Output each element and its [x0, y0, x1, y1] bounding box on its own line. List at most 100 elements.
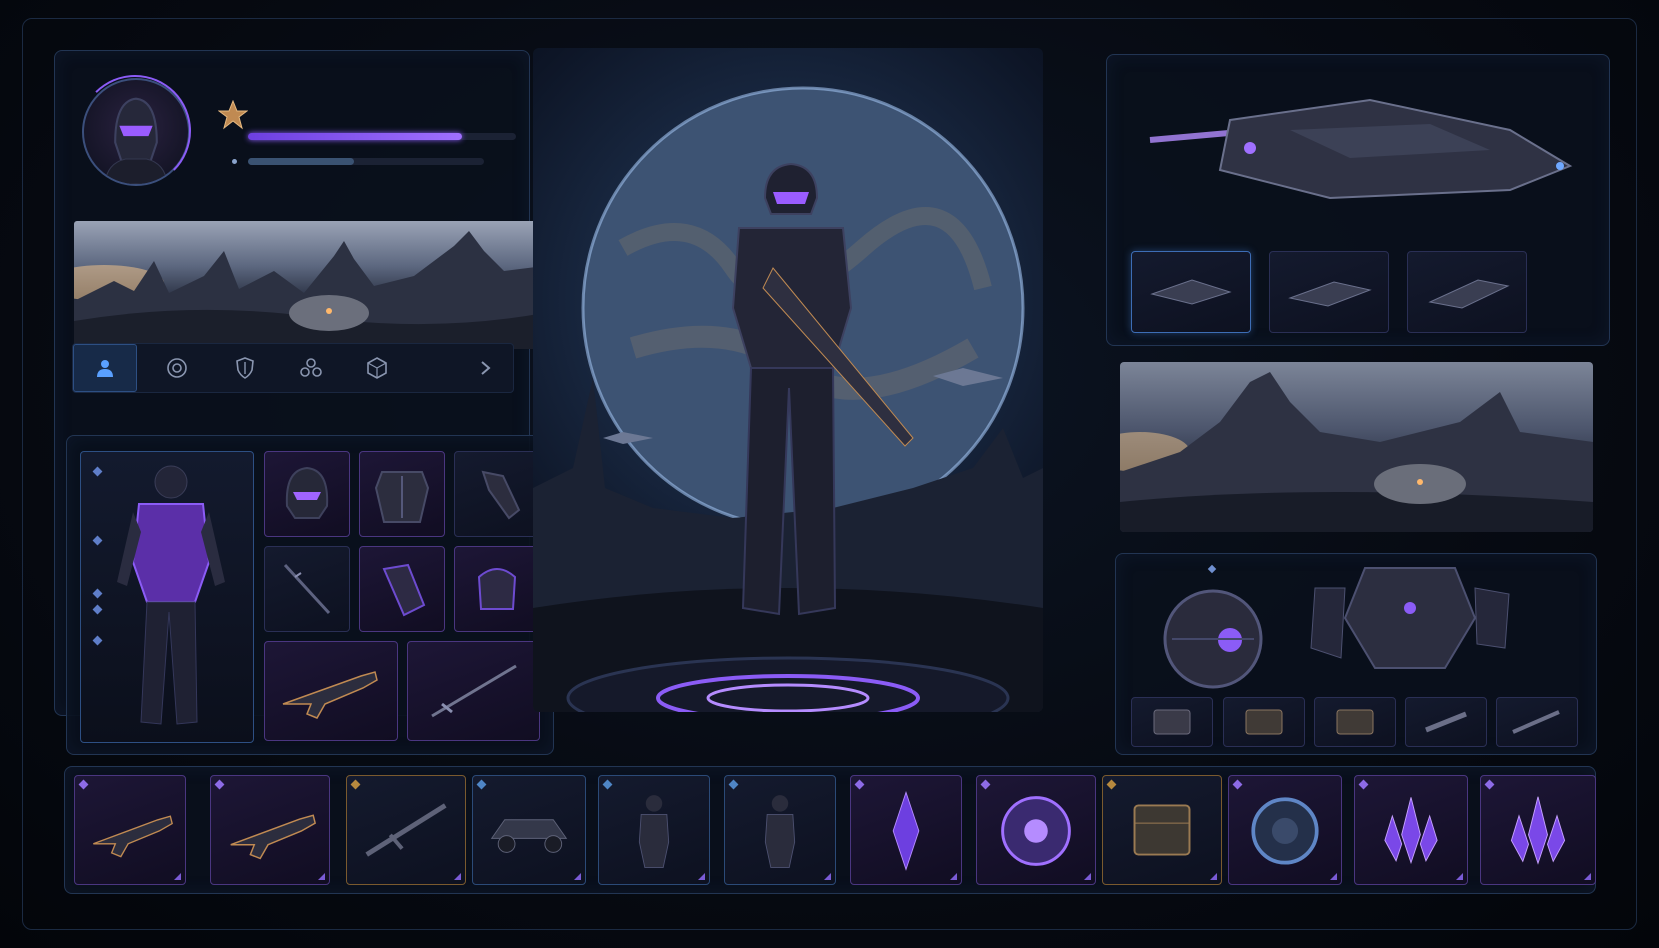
rifle-icon	[1512, 710, 1560, 734]
blade-icon	[283, 563, 331, 615]
slot-corner-icon	[1456, 873, 1463, 880]
alien-base-image	[1120, 372, 1593, 532]
mech-icon	[1310, 567, 1510, 669]
xp-bar	[248, 133, 516, 140]
crate-icon	[1245, 709, 1283, 735]
inventory-slot[interactable]	[1354, 775, 1468, 885]
equipment-slot[interactable]	[264, 641, 398, 741]
ship-thumb[interactable]	[1131, 251, 1251, 333]
inventory-slot[interactable]	[472, 775, 586, 885]
equipment-slot[interactable]	[454, 451, 540, 537]
tab-target[interactable]	[145, 344, 209, 392]
rank-star-icon	[218, 100, 248, 130]
inventory-slot[interactable]	[850, 775, 962, 885]
tab-squad[interactable]	[279, 344, 343, 392]
crate-icon	[1133, 804, 1191, 856]
equipment-slot[interactable]	[359, 546, 445, 632]
base-preview[interactable]	[1120, 362, 1593, 532]
hero-showcase	[533, 48, 1043, 712]
slot-corner-icon	[824, 873, 831, 880]
energy-dot-icon	[232, 159, 237, 164]
loot-slot[interactable]	[1314, 697, 1396, 747]
sword-icon	[431, 664, 517, 718]
shield-icon	[236, 357, 254, 379]
character-preview[interactable]	[80, 451, 254, 743]
energy-bar-fill	[248, 158, 355, 165]
ship-icon	[1149, 98, 1573, 200]
drone-sphere-icon	[1163, 589, 1263, 689]
rifle-icon	[93, 815, 173, 858]
loot-slot[interactable]	[1131, 697, 1213, 747]
arm-guard-icon	[382, 563, 426, 617]
inventory-slot[interactable]	[724, 775, 836, 885]
inventory-slot[interactable]	[74, 775, 186, 885]
chest-armor-icon	[374, 471, 430, 523]
crystal-cluster-icon	[1384, 797, 1438, 865]
shoulder-armor-icon	[477, 568, 517, 610]
equipment-slot[interactable]	[407, 641, 540, 741]
slot-corner-icon	[698, 873, 705, 880]
helmet-icon	[285, 466, 329, 519]
slot-corner-icon	[318, 873, 325, 880]
soldier-icon	[638, 795, 670, 869]
slot-corner-icon	[1084, 873, 1091, 880]
equipment-slot[interactable]	[359, 451, 445, 537]
gauntlet-icon	[481, 470, 521, 520]
slot-corner-icon	[174, 873, 181, 880]
inventory-slot[interactable]	[1480, 775, 1596, 885]
mech-preview[interactable]	[1295, 548, 1525, 696]
chevron-right-icon	[481, 361, 491, 375]
target-icon	[167, 358, 187, 378]
armored-soldier-icon	[117, 465, 225, 725]
cube-icon	[367, 357, 387, 379]
energy-bar	[248, 158, 484, 165]
crystal-cluster-icon	[1510, 796, 1566, 865]
equipment-slot[interactable]	[264, 546, 350, 632]
drone-preview[interactable]	[1158, 584, 1268, 694]
location-banner[interactable]	[74, 221, 544, 349]
inventory-slot[interactable]	[210, 775, 330, 885]
slot-corner-icon	[1584, 873, 1591, 880]
buggy-icon	[490, 819, 568, 853]
ship-thumb[interactable]	[1269, 251, 1389, 333]
ship-icon	[1288, 281, 1372, 307]
ship-icon	[1150, 279, 1232, 305]
crystal-icon	[892, 790, 920, 871]
tab-shield[interactable]	[213, 344, 277, 392]
inventory-slot[interactable]	[598, 775, 710, 885]
loot-slot[interactable]	[1496, 697, 1578, 747]
user-icon	[97, 360, 113, 377]
core-orb-icon	[1251, 797, 1319, 865]
inventory-slot[interactable]	[1102, 775, 1222, 885]
character-tab-bar	[72, 343, 514, 393]
rifle-icon	[230, 814, 317, 860]
alien-city-image	[74, 231, 544, 349]
equipment-slot[interactable]	[264, 451, 350, 537]
featured-ship[interactable]	[1130, 80, 1590, 230]
loot-slot[interactable]	[1405, 697, 1487, 747]
avatar-ring	[79, 75, 191, 187]
slot-corner-icon	[454, 873, 461, 880]
slot-corner-icon	[1210, 873, 1217, 880]
tab-module[interactable]	[345, 344, 409, 392]
crate-icon	[1336, 709, 1374, 735]
xp-bar-fill	[248, 133, 463, 140]
soldier-icon	[764, 795, 796, 869]
slot-corner-icon	[1330, 873, 1337, 880]
sniper-rifle-icon	[365, 803, 447, 857]
tab-next[interactable]	[457, 344, 513, 392]
cannon-icon	[1425, 711, 1467, 733]
equipment-slot[interactable]	[454, 546, 540, 632]
loot-slot[interactable]	[1223, 697, 1305, 747]
inventory-slot[interactable]	[346, 775, 466, 885]
crate-icon	[1153, 709, 1191, 735]
tab-profile[interactable]	[73, 344, 137, 392]
slot-corner-icon	[574, 873, 581, 880]
ship-thumb[interactable]	[1407, 251, 1527, 333]
inventory-slot[interactable]	[1228, 775, 1342, 885]
planet-scene-image	[533, 86, 1043, 712]
slot-corner-icon	[950, 873, 957, 880]
inventory-slot[interactable]	[976, 775, 1096, 885]
squad-icon	[300, 358, 322, 377]
energy-orb-icon	[1001, 796, 1071, 866]
